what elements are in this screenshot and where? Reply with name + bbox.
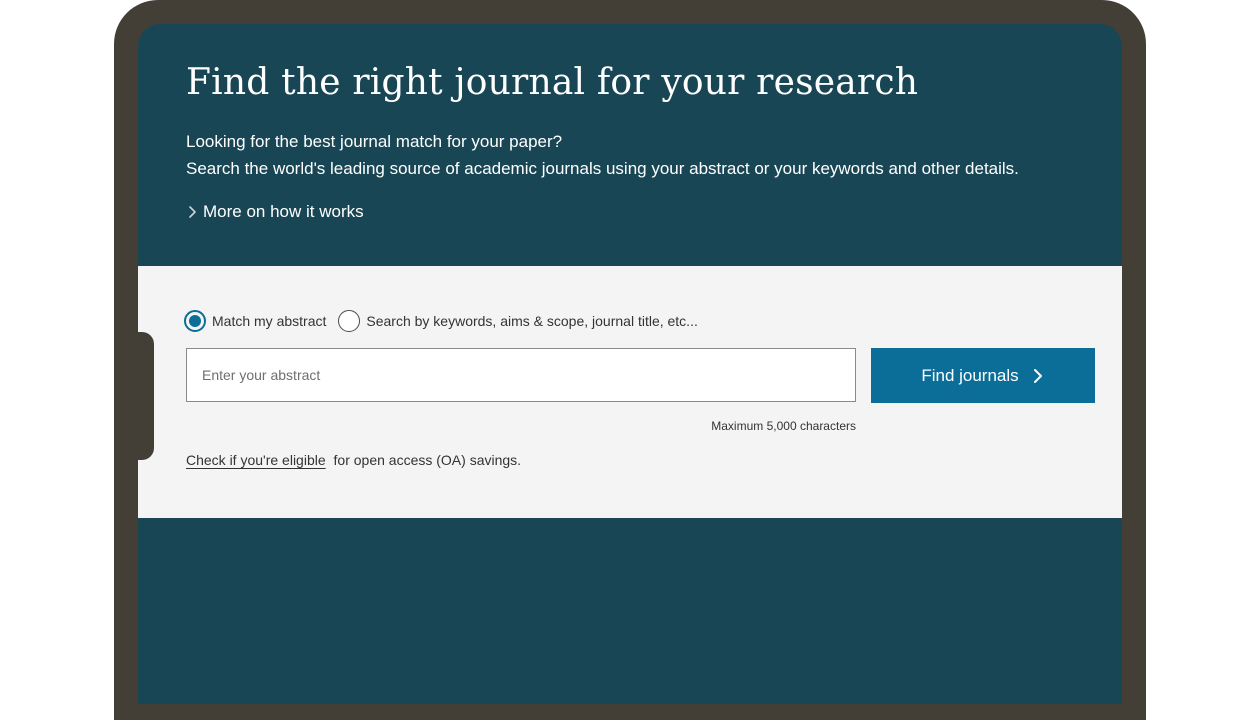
hero-description-line-1: Looking for the best journal match for y… <box>186 132 563 151</box>
option-match-abstract[interactable]: Match my abstract <box>184 310 326 332</box>
more-info-label: More on how it works <box>203 202 364 221</box>
max-characters-note: Maximum 5,000 characters <box>711 419 856 433</box>
oa-savings-text: for open access (OA) savings. <box>333 452 522 468</box>
hero-description: Looking for the best journal match for y… <box>186 128 1019 182</box>
option-search-keywords[interactable]: Search by keywords, aims & scope, journa… <box>338 310 698 332</box>
find-journals-label: Find journals <box>921 365 1019 385</box>
option-match-abstract-label: Match my abstract <box>212 313 327 329</box>
page-title: Find the right journal for your research <box>186 62 919 103</box>
check-eligibility-link[interactable]: Check if you're eligible <box>186 452 326 468</box>
search-panel: Match my abstract Search by keywords, ai… <box>138 266 1122 518</box>
radio-checked-icon[interactable] <box>184 310 206 332</box>
more-info-link[interactable]: More on how it works <box>186 202 364 222</box>
find-journals-button[interactable]: Find journals <box>871 348 1095 403</box>
radio-unchecked-icon[interactable] <box>338 310 361 332</box>
option-search-keywords-label: Search by keywords, aims & scope, journa… <box>366 313 698 329</box>
search-mode-options: Match my abstract Search by keywords, ai… <box>184 310 710 332</box>
hero-description-line-2: Search the world's leading source of aca… <box>186 159 1019 178</box>
device-side-button <box>132 332 154 460</box>
device-screen: Find the right journal for your research… <box>138 24 1122 704</box>
oa-eligibility: Check if you're eligible for open access… <box>186 452 521 468</box>
abstract-input[interactable] <box>186 348 856 402</box>
chevron-right-icon <box>1033 368 1042 383</box>
chevron-right-icon <box>189 206 196 218</box>
